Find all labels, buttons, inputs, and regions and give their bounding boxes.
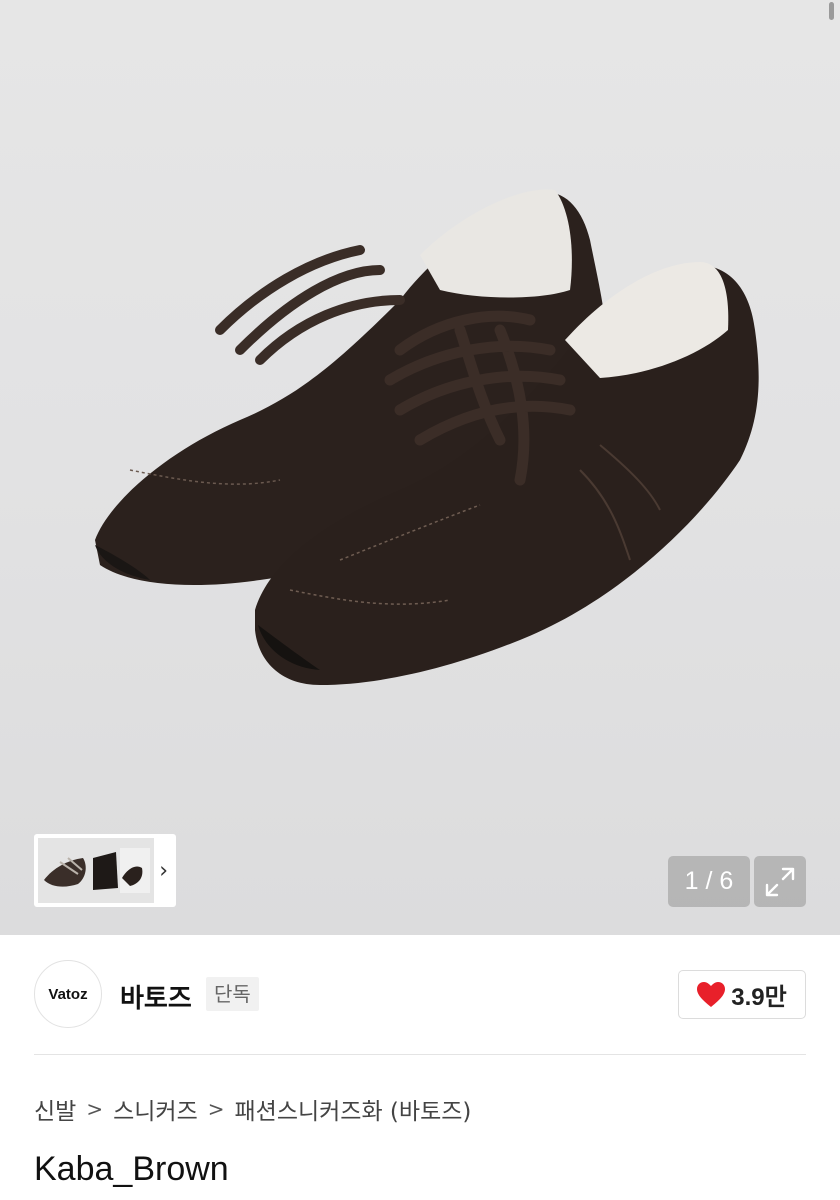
- heart-icon: [697, 981, 726, 1007]
- chevron-right-icon: >: [86, 1097, 104, 1121]
- brand-name[interactable]: 바토즈: [120, 978, 192, 1015]
- thumbnail-strip[interactable]: ›: [34, 834, 176, 907]
- breadcrumb-item-shoes[interactable]: 신발: [34, 1092, 76, 1126]
- like-count: 3.9만: [731, 984, 787, 1011]
- image-counter: 1 / 6: [668, 856, 750, 907]
- product-title: Kaba_Brown: [34, 1150, 229, 1188]
- chevron-right-icon: >: [207, 1097, 225, 1121]
- breadcrumb-item-fashion-sneakers[interactable]: 패션스니커즈화 (바토즈): [235, 1092, 472, 1126]
- brand-logo[interactable]: Vatoz: [34, 960, 102, 1028]
- breadcrumb: 신발 > 스니커즈 > 패션스니커즈화 (바토즈): [34, 1092, 471, 1126]
- brand-row: Vatoz 바토즈 단독 3.9만: [34, 960, 806, 1030]
- chevron-right-icon[interactable]: ›: [159, 858, 168, 883]
- exclusive-badge: 단독: [206, 977, 259, 1011]
- expand-icon: [765, 867, 795, 896]
- product-image-gallery[interactable]: › 1 / 6: [0, 0, 840, 935]
- product-image[interactable]: [0, 0, 840, 935]
- like-button[interactable]: 3.9만: [678, 970, 806, 1019]
- divider: [34, 1054, 806, 1055]
- thumbnail-image[interactable]: [38, 838, 154, 903]
- breadcrumb-item-sneakers[interactable]: 스니커즈: [113, 1092, 198, 1126]
- expand-button[interactable]: [754, 856, 806, 907]
